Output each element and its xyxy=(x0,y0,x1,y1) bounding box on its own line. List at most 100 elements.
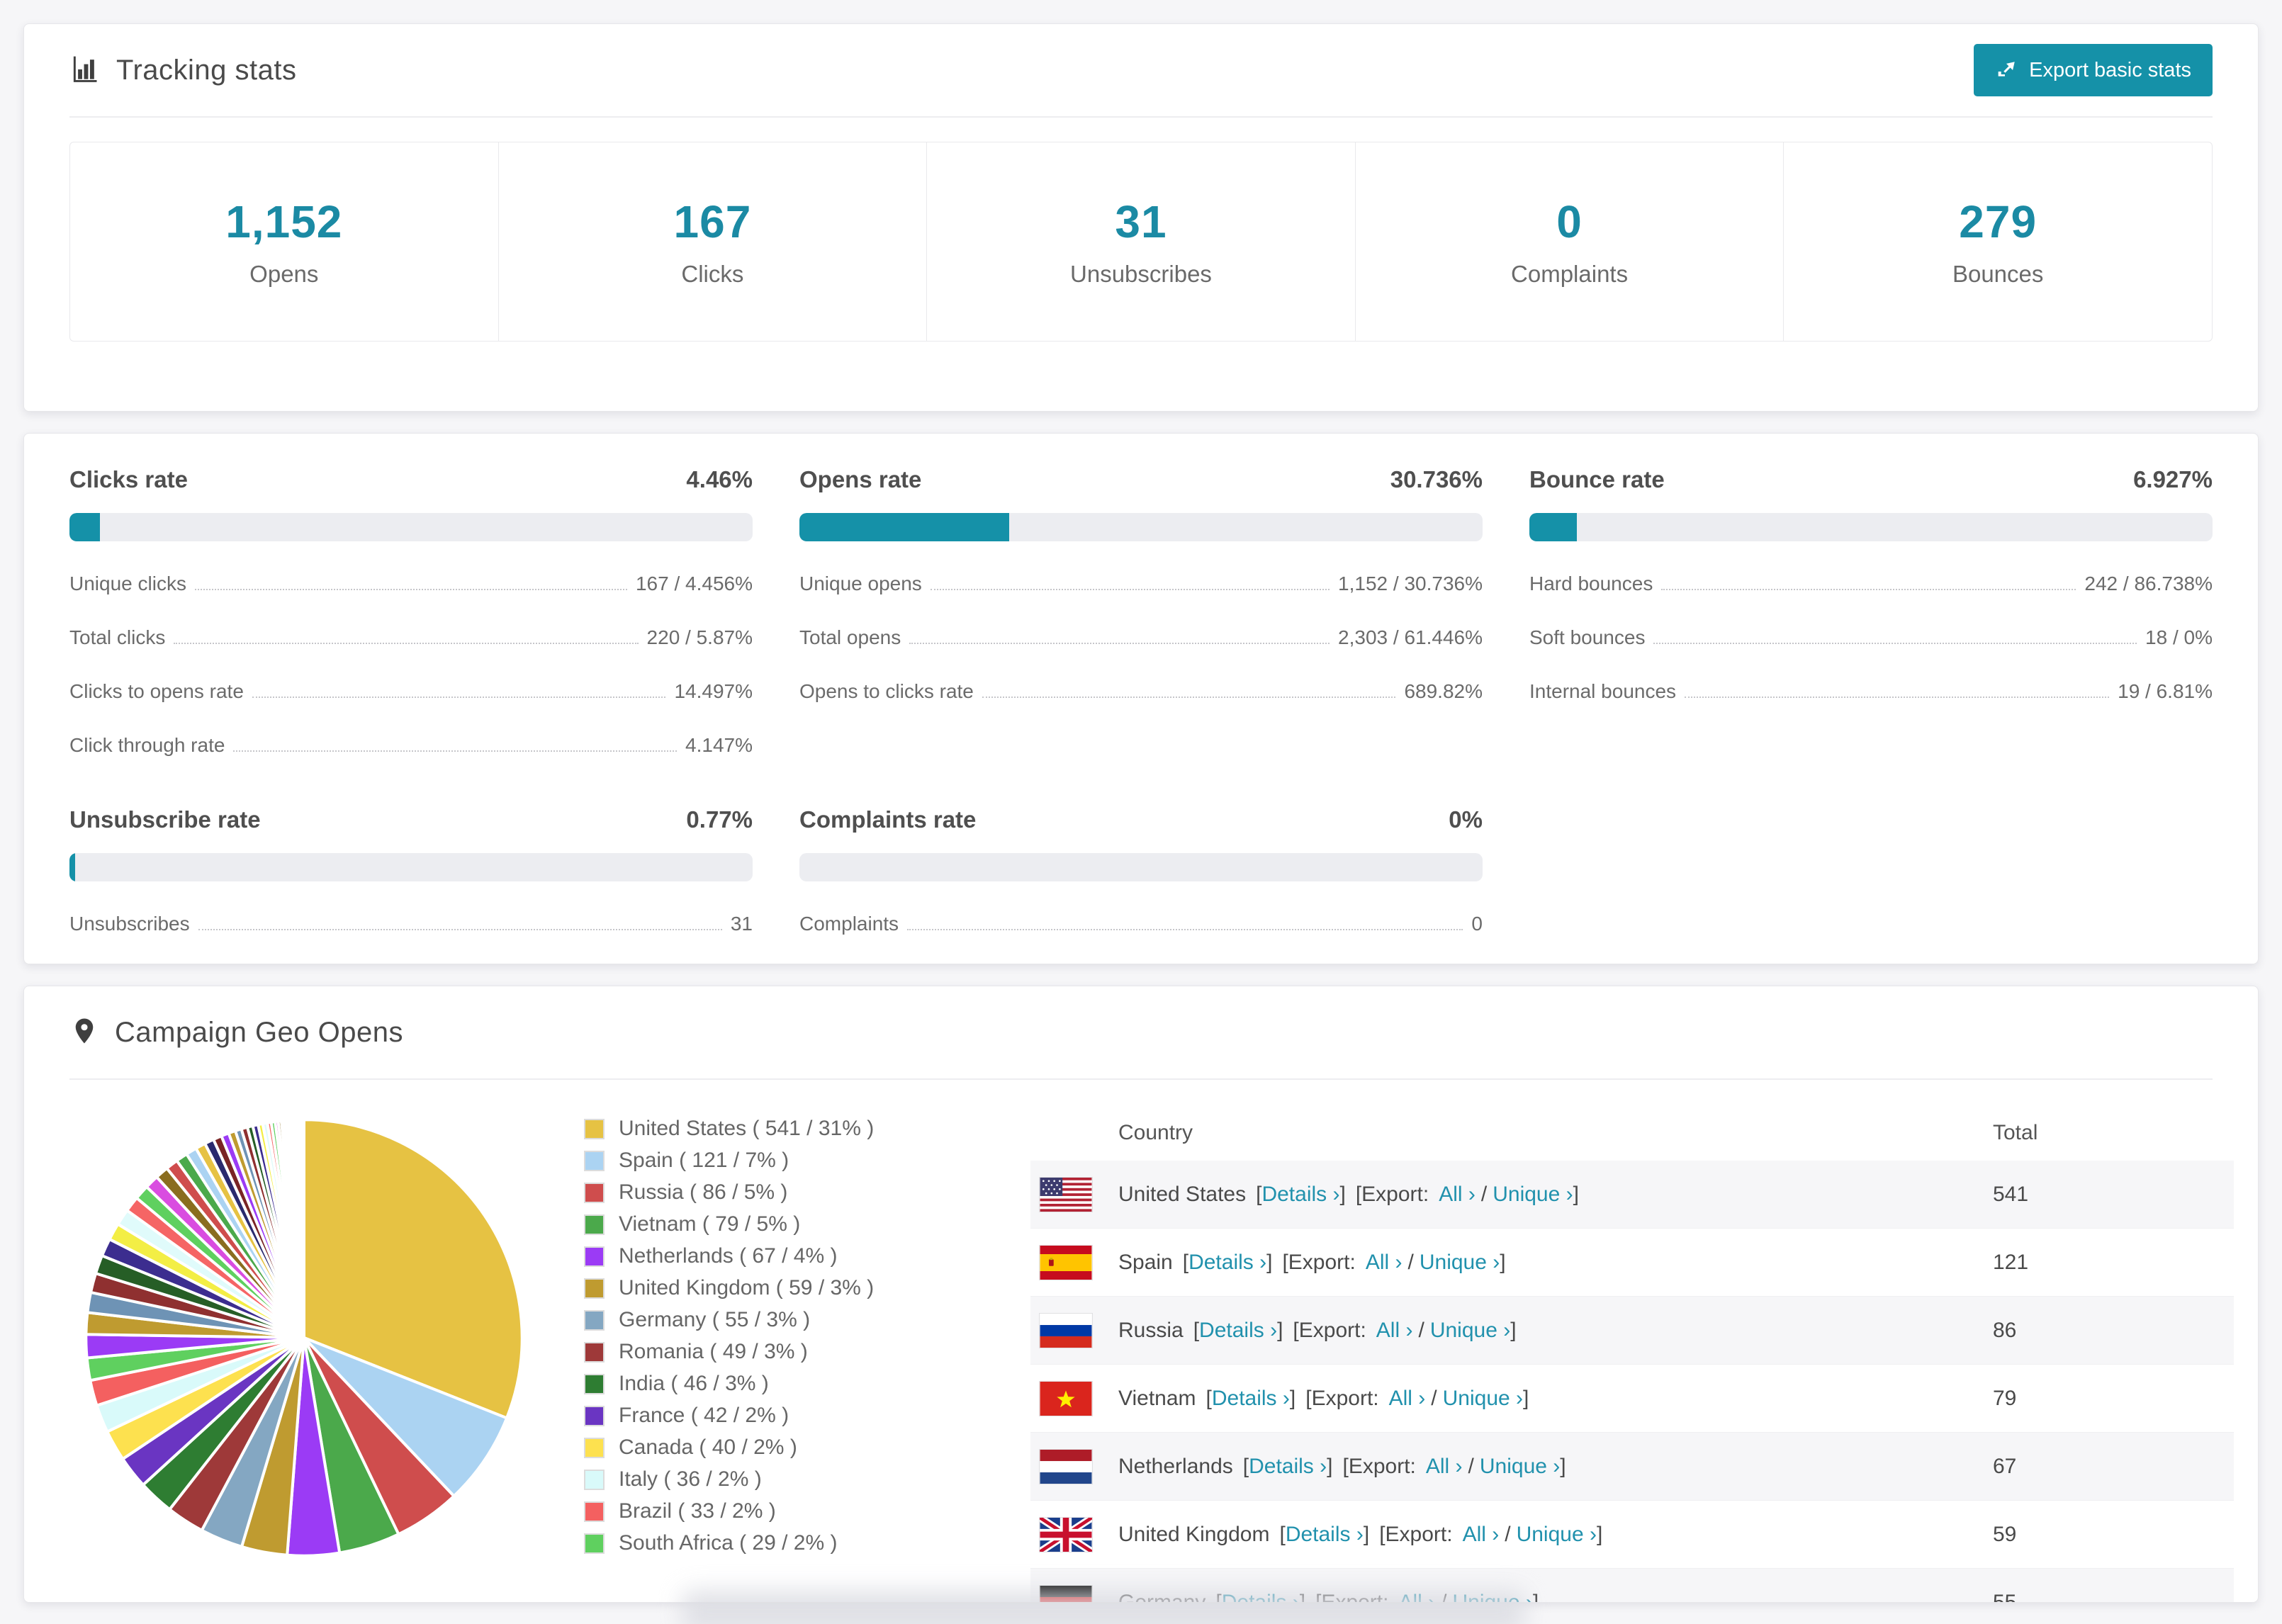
details-link[interactable]: Details › xyxy=(1212,1387,1290,1410)
opens-rate-block: Opens rate 30.736% Unique opens 1,152 / 3… xyxy=(799,466,1483,757)
bounce-rate-block: Bounce rate 6.927% Hard bounces 242 / 86.… xyxy=(1529,466,2213,757)
legend-item: Romania ( 49 / 3% ) xyxy=(584,1340,1009,1364)
export-unique-link[interactable]: Unique › xyxy=(1517,1523,1597,1546)
page-title: Tracking stats xyxy=(116,54,297,86)
dotted-leader xyxy=(907,929,1463,930)
legend-item: United States ( 541 / 31% ) xyxy=(584,1117,1009,1141)
flag-united-states-icon xyxy=(1039,1176,1093,1212)
legend-item: South Africa ( 29 / 2% ) xyxy=(584,1531,1009,1555)
legend-item: United Kingdom ( 59 / 3% ) xyxy=(584,1276,1009,1300)
stats-summary-row: 1,152 Opens 167 Clicks 31 Unsubscribes 0… xyxy=(69,142,2213,342)
table-row-united-states: United States [Details ›] [Export: All › / Un… xyxy=(1030,1161,2234,1229)
export-all-link[interactable]: All › xyxy=(1426,1455,1463,1478)
legend-item: Netherlands ( 67 / 4% ) xyxy=(584,1244,1009,1268)
stat-label: Bounces xyxy=(1952,261,2044,287)
flag-spain-icon xyxy=(1039,1244,1093,1280)
details-link[interactable]: Details › xyxy=(1249,1455,1327,1478)
opens-rate-progress xyxy=(799,513,1483,541)
stat-value: 279 xyxy=(1959,196,2038,247)
legend-swatch xyxy=(584,1341,605,1363)
geo-legend: United States ( 541 / 31% ) Spain ( 121 … xyxy=(584,1105,1009,1602)
section-title: Campaign Geo Opens xyxy=(115,1016,404,1048)
dotted-leader xyxy=(1661,589,2076,590)
total-value: 121 xyxy=(1993,1250,2029,1274)
geo-opens-table: Country Total United States [Details ›] [E… xyxy=(1030,1105,2234,1602)
legend-item: Spain ( 121 / 7% ) xyxy=(584,1149,1009,1173)
total-value: 541 xyxy=(1993,1182,2029,1206)
export-all-link[interactable]: All › xyxy=(1389,1387,1426,1410)
rate-value: 6.927% xyxy=(2133,466,2213,492)
stat-value: 31 xyxy=(1115,196,1167,247)
rate-title: Clicks rate xyxy=(69,466,188,492)
rate-value: 4.46% xyxy=(686,466,753,492)
complaints-rate-progress xyxy=(799,853,1483,881)
map-pin-icon xyxy=(69,1016,99,1049)
total-value: 67 xyxy=(1993,1454,2017,1478)
rate-row: Hard bounces 242 / 86.738% xyxy=(1529,573,2213,594)
rate-row: Unsubscribes 31 xyxy=(69,913,753,935)
clicks-rate-progress xyxy=(69,513,753,541)
bar-chart-icon xyxy=(69,53,101,88)
dotted-leader xyxy=(198,929,722,930)
legend-item: Russia ( 86 / 5% ) xyxy=(584,1180,1009,1205)
export-unique-link[interactable]: Unique › xyxy=(1420,1251,1500,1274)
flag-vietnam-icon xyxy=(1039,1380,1093,1416)
legend-swatch xyxy=(584,1118,605,1139)
stat-clicks: 167 Clicks xyxy=(499,142,928,341)
export-all-link[interactable]: All › xyxy=(1439,1183,1476,1206)
details-link[interactable]: Details › xyxy=(1286,1523,1364,1546)
export-unique-link[interactable]: Unique › xyxy=(1430,1319,1510,1342)
rate-row: Unique opens 1,152 / 30.736% xyxy=(799,573,1483,594)
export-unique-link[interactable]: Unique › xyxy=(1480,1455,1560,1478)
legend-swatch xyxy=(584,1405,605,1426)
stat-value: 0 xyxy=(1556,196,1583,247)
export-unique-link[interactable]: Unique › xyxy=(1443,1387,1523,1410)
rate-row: Clicks to opens rate 14.497% xyxy=(69,680,753,702)
bottom-scrollbar-shadow xyxy=(682,1590,1525,1624)
tracking-stats-card: Tracking stats Export basic stats 1,152 … xyxy=(23,23,2259,412)
details-link[interactable]: Details › xyxy=(1261,1183,1339,1206)
column-header-country: Country xyxy=(1118,1121,1193,1144)
export-basic-stats-button[interactable]: Export basic stats xyxy=(1974,44,2213,96)
geo-header: Campaign Geo Opens xyxy=(24,986,2258,1078)
dotted-leader xyxy=(1685,697,2110,698)
rate-title: Opens rate xyxy=(799,466,922,492)
export-unique-link[interactable]: Unique › xyxy=(1493,1183,1573,1206)
export-all-link[interactable]: All › xyxy=(1463,1523,1500,1546)
legend-swatch xyxy=(584,1246,605,1267)
legend-swatch xyxy=(584,1469,605,1490)
table-header-row: Country Total xyxy=(1030,1105,2234,1161)
tracking-stats-header: Tracking stats Export basic stats xyxy=(24,24,2258,116)
details-link[interactable]: Details › xyxy=(1199,1319,1277,1342)
table-row-russia: Russia [Details ›] [Export: All › / Unique ›]… xyxy=(1030,1297,2234,1365)
rate-row: Total clicks 220 / 5.87% xyxy=(69,626,753,648)
total-value: 86 xyxy=(1993,1318,2017,1342)
export-all-link[interactable]: All › xyxy=(1376,1319,1413,1342)
export-all-link[interactable]: All › xyxy=(1366,1251,1403,1274)
table-row-vietnam: Vietnam [Details ›] [Export: All › / Unique ›… xyxy=(1030,1365,2234,1433)
legend-swatch xyxy=(584,1533,605,1554)
bounce-rate-progress xyxy=(1529,513,2213,541)
rate-row: Soft bounces 18 / 0% xyxy=(1529,626,2213,648)
rate-title: Complaints rate xyxy=(799,806,977,833)
legend-swatch xyxy=(584,1501,605,1522)
dotted-leader xyxy=(194,589,627,590)
stat-bounces: 279 Bounces xyxy=(1784,142,2212,341)
flag-russia-icon xyxy=(1039,1312,1093,1348)
details-link[interactable]: Details › xyxy=(1188,1251,1266,1274)
stat-opens: 1,152 Opens xyxy=(70,142,499,341)
legend-item: Brazil ( 33 / 2% ) xyxy=(584,1499,1009,1523)
flag-united-kingdom-icon xyxy=(1039,1516,1093,1552)
legend-swatch xyxy=(584,1373,605,1394)
rates-card: Clicks rate 4.46% Unique clicks 167 / 4.4… xyxy=(23,433,2259,964)
dotted-leader xyxy=(1653,643,2137,644)
tracking-stats-page: Tracking stats Export basic stats 1,152 … xyxy=(0,0,2282,1624)
rate-value: 0.77% xyxy=(686,806,753,833)
stat-complaints: 0 Complaints xyxy=(1356,142,1784,341)
stat-label: Clicks xyxy=(681,261,744,287)
legend-swatch xyxy=(584,1278,605,1299)
legend-swatch xyxy=(584,1309,605,1331)
legend-item: Canada ( 40 / 2% ) xyxy=(584,1436,1009,1460)
table-row-netherlands: Netherlands [Details ›] [Export: All › / Uniq… xyxy=(1030,1433,2234,1501)
dotted-leader xyxy=(252,697,666,698)
